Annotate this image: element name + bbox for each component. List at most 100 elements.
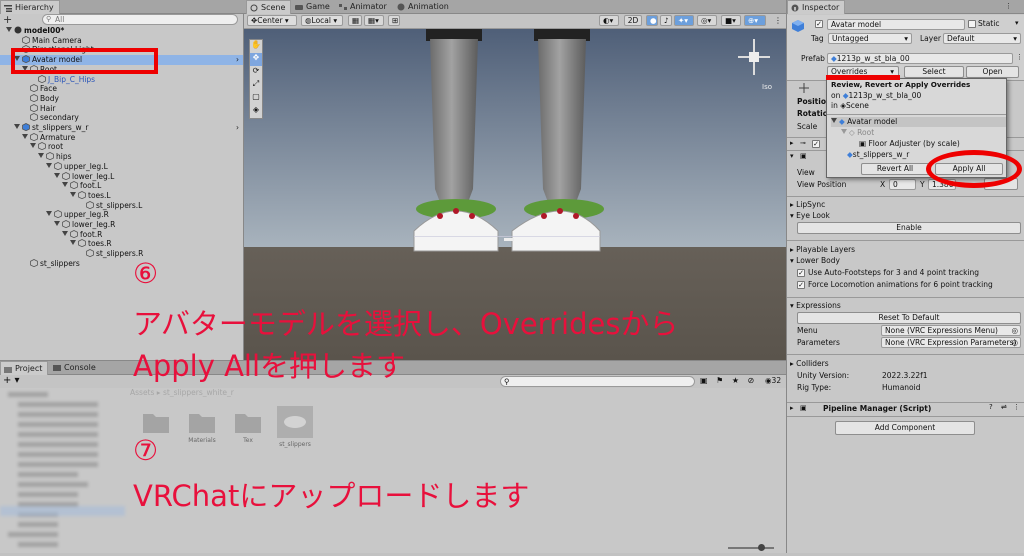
effects-toggle[interactable]: ✦▾ [674,15,694,26]
override-tree-item-root[interactable]: ◇ Root [841,128,874,138]
override-tree-item-avatar[interactable]: ◆ Avatar model [831,117,1006,127]
tab-hierarchy[interactable]: Hierarchy [0,0,60,14]
hierarchy-item[interactable]: foot.R [0,230,243,240]
project-filter-icons[interactable]: ▣ ⚑ ★ ⊘ [700,375,757,387]
expand-arrow-icon[interactable] [70,191,76,197]
expand-arrow-icon[interactable] [38,153,44,159]
project-add-button[interactable]: + ▾ [3,375,20,387]
hierarchy-item[interactable]: secondary [0,113,243,123]
expand-arrow-icon[interactable] [54,172,60,178]
tag-dropdown[interactable]: Untagged ▾ [828,33,912,44]
eye-look-enable-button[interactable]: Enable [797,222,1021,234]
hierarchy-item[interactable]: toes.L [0,191,243,201]
object-name-field[interactable]: Avatar model [827,19,965,30]
rect-tool-icon[interactable]: ▢ [250,92,262,105]
revert-all-button[interactable]: Revert All [861,163,929,175]
hierarchy-item[interactable]: toes.R [0,239,243,249]
hierarchy-item[interactable]: st_slippers_w_r › [0,123,243,133]
chevron-right-icon[interactable]: › [236,123,239,133]
lipsync-foldout[interactable]: ▸ LipSync [790,200,825,210]
lower-body-foldout[interactable]: ▾ Lower Body [790,256,840,266]
object-picker-icon[interactable]: ◎ [1011,326,1018,335]
asset-folder-1[interactable] [138,409,174,437]
expand-arrow-icon[interactable] [70,240,76,246]
force-locomotion-checkbox[interactable]: ✓ [797,281,805,289]
expand-arrow-icon[interactable] [30,143,36,149]
auto-footsteps-checkbox[interactable]: ✓ [797,269,805,277]
hierarchy-item[interactable]: Armature [0,133,243,143]
gizmos-toggle[interactable]: ⊕▾ [744,15,766,26]
expand-arrow-icon[interactable] [46,211,52,217]
expand-arrow-icon[interactable] [22,133,28,139]
expand-arrow-icon[interactable] [6,27,12,32]
grid-toggle-button[interactable]: ▦▾ [364,15,384,26]
hierarchy-search-input[interactable]: ⚲ All [42,14,238,25]
hierarchy-item[interactable]: Hair [0,104,243,114]
expand-arrow-icon[interactable] [54,221,60,226]
hierarchy-item[interactable]: upper_leg.R [0,210,243,220]
static-checkbox[interactable] [968,20,976,28]
hierarchy-item[interactable]: model00* [0,26,243,36]
prefab-select-button[interactable]: Select [904,66,964,78]
inspector-lock-icon[interactable]: ⋮ [1005,2,1012,10]
snap-increment-button[interactable]: ⊞ [388,15,400,26]
object-active-checkbox[interactable]: ✓ [815,20,823,28]
asset-prefab-slippers[interactable]: st_slippers [272,405,318,448]
help-icon[interactable]: ? [989,403,993,411]
prefab-more-icon[interactable]: ⋮ [1016,53,1023,61]
asset-folder-materials[interactable]: Materials [182,409,222,444]
pipeline-manager-header[interactable]: ▸ ▣ Pipeline Manager (Script) ? ⇌ ⋮ [787,403,1024,415]
rotate-tool-icon[interactable]: ⟳ [250,66,262,79]
breadcrumb-assets[interactable]: Assets [130,388,154,397]
hidden-objects-toggle[interactable]: ◎▾ [697,15,717,26]
expand-arrow-icon[interactable] [46,162,52,168]
reset-to-default-button[interactable]: Reset To Default [797,312,1021,324]
zoom-slider[interactable] [728,544,774,551]
lighting-toggle[interactable]: ● [646,15,658,26]
hierarchy-item[interactable]: lower_leg.R [0,220,243,230]
tab-inspector[interactable]: Inspector [787,0,846,14]
scene-gizmo[interactable]: Iso [730,33,778,93]
override-tree-item-slippers[interactable]: ◆st_slippers_w_r [847,150,909,160]
scale-tool-icon[interactable]: ⤢ [250,79,262,92]
expressions-menu-field[interactable]: None (VRC Expressions Menu) ◎ [881,325,1021,336]
add-component-button[interactable]: Add Component [835,421,975,435]
hierarchy-item[interactable]: foot.L [0,181,243,191]
tab-game[interactable]: Game [292,0,335,14]
static-dropdown-icon[interactable]: ▾ [1015,19,1019,27]
transform-tool-icon[interactable]: ◈ [250,105,262,118]
object-picker-icon[interactable]: ◎ [1011,338,1018,347]
component-menu-icon[interactable]: ⋮ [1013,403,1020,411]
hierarchy-item[interactable]: Main Camera [0,36,243,46]
tab-animation[interactable]: Animation [394,0,454,14]
hand-tool-icon[interactable]: ✋ [250,40,262,53]
camera-settings-button[interactable]: ■▾ [721,15,741,26]
colliders-foldout[interactable]: ▸ Colliders [790,359,829,369]
pivot-dropdown[interactable]: ✥Center ▾ [247,15,297,26]
zoom-slider-thumb[interactable] [758,544,765,551]
draw-mode-dropdown[interactable]: ◐▾ [599,15,619,26]
hierarchy-item[interactable]: st_slippers.R [0,249,243,259]
view-position-x-field[interactable]: 0 [889,179,916,190]
preset-icon[interactable]: ⇌ [1001,403,1007,411]
tab-animator[interactable]: Animator [336,0,392,14]
tab-console[interactable]: Console [50,361,101,375]
asset-folder-tex[interactable]: Tex [228,409,268,444]
mode-2d-button[interactable]: 2D [624,15,642,26]
hierarchy-item[interactable]: st_slippers.L [0,201,243,211]
audio-toggle[interactable]: ♪ [660,15,672,26]
prefab-open-button[interactable]: Open [966,66,1019,78]
project-search-input[interactable]: ⚲ [500,376,695,387]
expand-arrow-icon[interactable] [62,182,68,188]
animator-enabled-checkbox[interactable]: ✓ [812,140,820,148]
space-dropdown[interactable]: ◍Local ▾ [301,15,343,26]
expressions-foldout[interactable]: ▾ Expressions [790,301,841,311]
hierarchy-item[interactable]: J_Bip_C_Hips [0,75,243,85]
hierarchy-item[interactable]: hips [0,152,243,162]
playable-layers-foldout[interactable]: ▸ Playable Layers [790,245,855,255]
expand-arrow-icon[interactable] [14,124,20,129]
move-tool-icon[interactable]: ✥ [250,53,262,66]
prefab-asset-field[interactable]: ◆1213p_w_st_bla_00 [827,53,1013,64]
scene-more-icon[interactable]: ⋮ [774,16,782,25]
hierarchy-item[interactable]: root [0,142,243,152]
